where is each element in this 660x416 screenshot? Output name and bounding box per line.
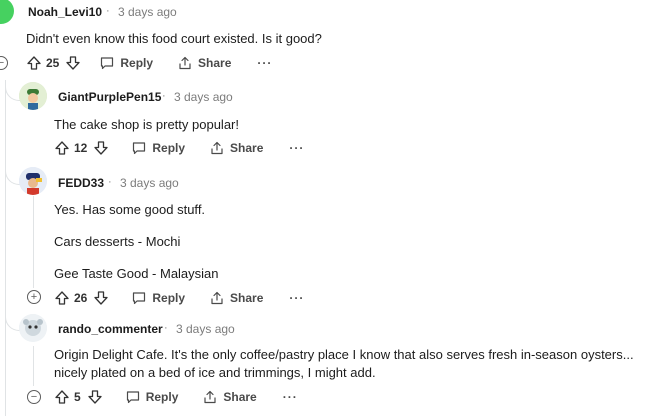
share-label: Share bbox=[230, 141, 264, 155]
downvote-icon[interactable] bbox=[87, 389, 103, 405]
upvote-icon[interactable] bbox=[54, 140, 70, 156]
comment-timestamp[interactable]: 3 days ago bbox=[174, 90, 233, 104]
more-options-button[interactable]: ··· bbox=[257, 56, 272, 70]
comment-body-line: Cars desserts - Mochi bbox=[54, 234, 181, 249]
vote-count: 25 bbox=[46, 56, 60, 70]
share-icon bbox=[204, 390, 216, 404]
thread-line-root bbox=[5, 80, 6, 416]
share-label: Share bbox=[198, 56, 232, 70]
comment-body-line: nicely plated on a bed of ice and trimmi… bbox=[54, 365, 376, 380]
upvote-icon[interactable] bbox=[54, 290, 70, 306]
share-button[interactable]: Share bbox=[177, 55, 231, 71]
comment-timestamp[interactable]: 3 days ago bbox=[120, 176, 179, 190]
reply-button[interactable]: Reply bbox=[125, 389, 179, 405]
share-icon bbox=[211, 141, 223, 155]
comment-body-line: Yes. Has some good stuff. bbox=[54, 202, 206, 217]
reply-button[interactable]: Reply bbox=[131, 140, 185, 156]
share-icon bbox=[179, 56, 191, 70]
share-button[interactable]: Share bbox=[202, 389, 257, 405]
reply-label: Reply bbox=[145, 390, 179, 404]
more-options-button[interactable]: ··· bbox=[289, 141, 304, 155]
reply-label: Reply bbox=[152, 141, 186, 155]
comment-author[interactable]: rando_commenter bbox=[58, 322, 163, 336]
upvote-icon[interactable] bbox=[26, 55, 42, 71]
minus-icon: − bbox=[30, 391, 38, 403]
expand-thread-button[interactable]: + bbox=[27, 290, 41, 304]
thread-connector bbox=[5, 316, 20, 331]
downvote-icon[interactable] bbox=[65, 55, 81, 71]
share-label: Share bbox=[230, 291, 264, 305]
comment-author[interactable]: FEDD33 bbox=[58, 176, 104, 190]
share-icon bbox=[211, 291, 223, 305]
comment-actions: 26 Reply Share ··· bbox=[54, 288, 304, 308]
separator-dot: · bbox=[164, 322, 168, 334]
collapse-thread-button[interactable]: − bbox=[27, 390, 41, 404]
comment-body: Didn't even know this food court existed… bbox=[26, 31, 322, 46]
avatar[interactable] bbox=[0, 0, 14, 24]
separator-dot: · bbox=[106, 5, 110, 17]
avatar-image bbox=[19, 314, 47, 342]
avatar-image bbox=[19, 167, 47, 195]
avatar[interactable] bbox=[19, 82, 47, 110]
comment-actions: 12 Reply Share ··· bbox=[54, 138, 304, 158]
reply-icon bbox=[133, 142, 146, 155]
share-label: Share bbox=[223, 390, 257, 404]
more-options-button[interactable]: ··· bbox=[283, 390, 298, 404]
plus-icon: + bbox=[30, 291, 38, 303]
reply-button[interactable]: Reply bbox=[131, 290, 185, 306]
reply-icon bbox=[126, 391, 139, 404]
separator-dot: · bbox=[162, 90, 166, 102]
avatar[interactable] bbox=[19, 314, 47, 342]
comment-body-line: Gee Taste Good - Malaysian bbox=[54, 266, 219, 281]
share-button[interactable]: Share bbox=[209, 290, 263, 306]
avatar[interactable] bbox=[19, 167, 47, 195]
comment-timestamp[interactable]: 3 days ago bbox=[176, 322, 235, 336]
reply-label: Reply bbox=[152, 291, 186, 305]
thread-line-reply bbox=[33, 196, 34, 288]
downvote-icon[interactable] bbox=[93, 140, 109, 156]
upvote-icon[interactable] bbox=[54, 389, 70, 405]
comment-actions: 25 Reply Share ··· bbox=[26, 53, 272, 73]
thread-connector bbox=[5, 170, 20, 185]
avatar-image bbox=[19, 82, 47, 110]
reply-icon bbox=[133, 292, 146, 305]
thread-connector bbox=[5, 86, 20, 101]
share-button[interactable]: Share bbox=[209, 140, 263, 156]
reply-label: Reply bbox=[120, 56, 154, 70]
comment-body-line: Origin Delight Cafe. It's the only coffe… bbox=[54, 347, 634, 362]
comment-actions: 5 Reply Share ··· bbox=[54, 387, 298, 407]
comment-author[interactable]: GiantPurplePen15 bbox=[58, 90, 161, 104]
collapse-thread-button[interactable]: − bbox=[0, 56, 8, 70]
vote-count: 26 bbox=[74, 291, 88, 305]
minus-icon: − bbox=[0, 57, 5, 69]
downvote-icon[interactable] bbox=[93, 290, 109, 306]
reply-button[interactable]: Reply bbox=[99, 55, 153, 71]
separator-dot: · bbox=[108, 176, 112, 188]
comment-body: The cake shop is pretty popular! bbox=[54, 117, 239, 132]
reply-icon bbox=[101, 57, 114, 70]
more-options-button[interactable]: ··· bbox=[289, 291, 304, 305]
comment-timestamp[interactable]: 3 days ago bbox=[118, 5, 177, 19]
vote-count: 12 bbox=[74, 141, 88, 155]
thread-line-reply bbox=[33, 346, 34, 386]
comment-author[interactable]: Noah_Levi10 bbox=[28, 5, 102, 19]
vote-count: 5 bbox=[74, 390, 81, 404]
